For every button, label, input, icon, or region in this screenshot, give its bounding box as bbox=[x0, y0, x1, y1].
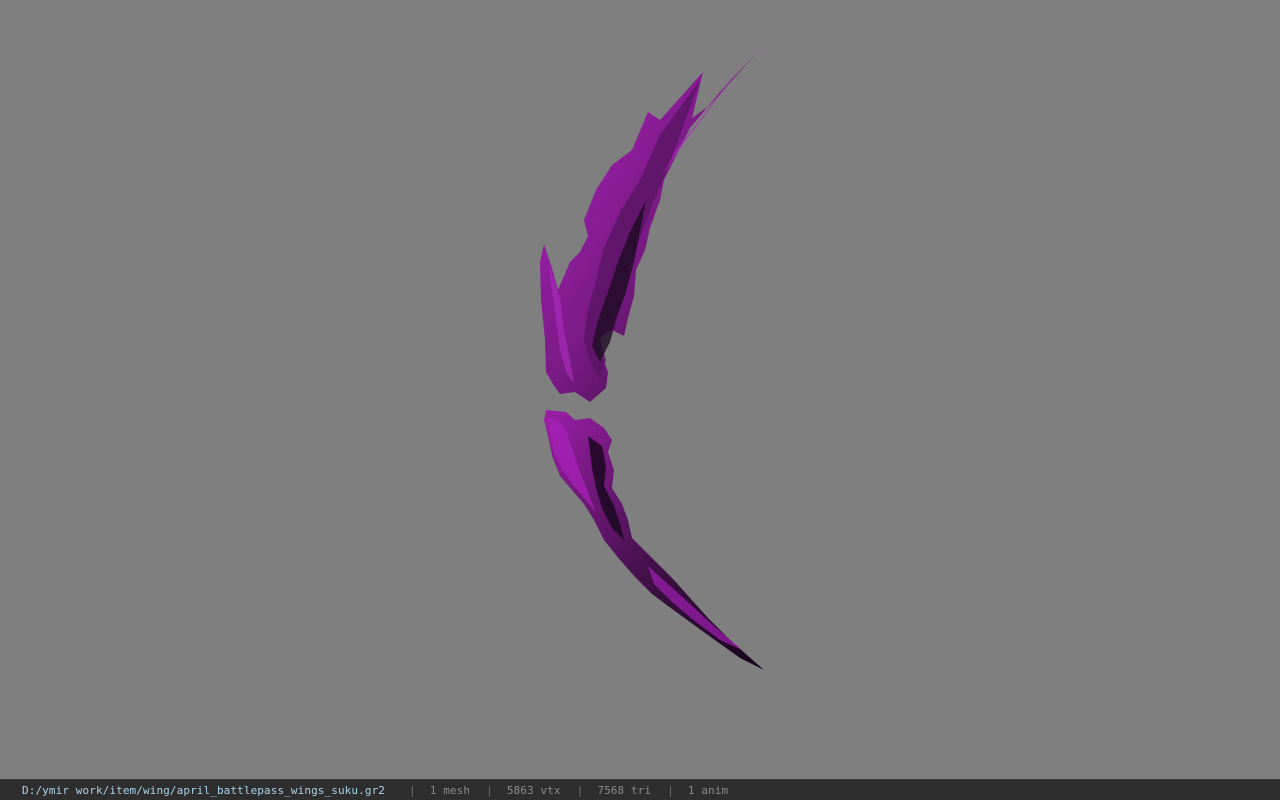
lower-wing bbox=[544, 410, 764, 670]
separator: | bbox=[576, 783, 584, 797]
3d-viewport[interactable] bbox=[0, 0, 1280, 779]
separator: | bbox=[486, 783, 493, 797]
separator: | bbox=[409, 783, 416, 797]
mesh-count: 1 mesh bbox=[429, 783, 471, 797]
wing-model bbox=[540, 47, 764, 670]
vertex-count: 5863 vtx bbox=[506, 783, 561, 797]
triangle-count: 7568 tri bbox=[597, 783, 652, 797]
anim-count: 1 anim bbox=[687, 783, 729, 797]
status-bar: D:/ymir work/item/wing/april_battlepass_… bbox=[0, 779, 1280, 800]
upper-wing bbox=[540, 47, 762, 402]
file-path: D:/ymir work/item/wing/april_battlepass_… bbox=[22, 783, 386, 797]
separator: | bbox=[667, 783, 674, 797]
